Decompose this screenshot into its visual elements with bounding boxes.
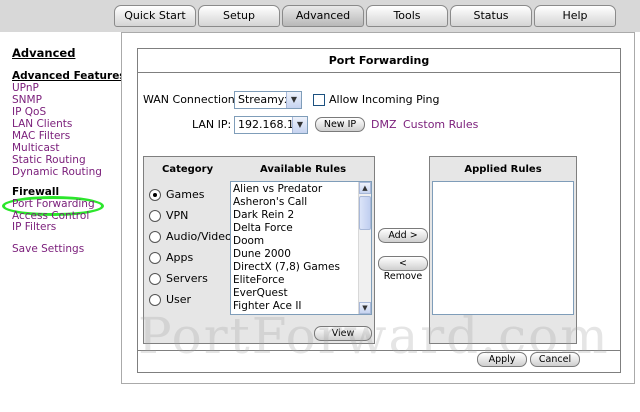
category-radio-user[interactable] bbox=[149, 294, 161, 306]
sidebar-title: Advanced bbox=[12, 46, 76, 60]
lan-ip-label: LAN IP: bbox=[192, 118, 232, 131]
scroll-down-icon[interactable]: ▼ bbox=[359, 302, 371, 314]
top-navigation: Quick Start Setup Advanced Tools Status … bbox=[0, 0, 640, 32]
apply-button[interactable]: Apply bbox=[477, 352, 527, 367]
divider bbox=[138, 350, 620, 351]
applied-rules-list[interactable] bbox=[432, 181, 574, 315]
category-label-apps: Apps bbox=[166, 251, 194, 264]
chevron-down-icon: ▼ bbox=[292, 117, 307, 133]
chevron-down-icon: ▼ bbox=[286, 92, 301, 108]
wan-connection-value: Streamyx bbox=[238, 93, 291, 106]
category-radio-audio-video[interactable] bbox=[149, 231, 161, 243]
sidebar-item-snmp[interactable]: SNMP bbox=[12, 94, 42, 106]
tab-tools[interactable]: Tools bbox=[366, 5, 448, 27]
category-radio-apps[interactable] bbox=[149, 252, 161, 264]
custom-rules-link[interactable]: Custom Rules bbox=[403, 118, 478, 132]
page-title: Port Forwarding bbox=[138, 49, 620, 73]
available-rules-scrollbar[interactable]: ▲ ▼ bbox=[358, 182, 371, 314]
list-item[interactable]: EliteForce bbox=[233, 274, 284, 287]
category-label-servers: Servers bbox=[166, 272, 208, 285]
scroll-thumb[interactable] bbox=[359, 196, 371, 230]
list-item[interactable]: EverQuest bbox=[233, 287, 288, 300]
list-item[interactable]: Dark Rein 2 bbox=[233, 209, 294, 222]
sidebar-item-lan-clients[interactable]: LAN Clients bbox=[12, 118, 72, 130]
category-label-audio-video: Audio/Video bbox=[166, 230, 232, 243]
list-item[interactable]: Delta Force bbox=[233, 222, 293, 235]
category-label-vpn: VPN bbox=[166, 209, 189, 222]
list-item[interactable]: Alien vs Predator bbox=[233, 183, 322, 196]
tab-advanced[interactable]: Advanced bbox=[282, 5, 364, 27]
wan-connection-select[interactable]: Streamyx ▼ bbox=[234, 91, 302, 109]
dmz-link[interactable]: DMZ bbox=[371, 118, 397, 132]
allow-incoming-ping-checkbox[interactable] bbox=[313, 94, 325, 106]
tab-setup[interactable]: Setup bbox=[198, 5, 280, 27]
sidebar-item-mac-filters[interactable]: MAC Filters bbox=[12, 130, 70, 142]
port-forwarding-panel: Port Forwarding WAN Connection: Streamyx… bbox=[137, 48, 621, 373]
category-label-user: User bbox=[166, 293, 192, 306]
tab-quick-start[interactable]: Quick Start bbox=[114, 5, 196, 27]
list-item[interactable]: Asheron's Call bbox=[233, 196, 307, 209]
available-rules-header: Available Rules bbox=[260, 164, 347, 175]
new-ip-button[interactable]: New IP bbox=[315, 117, 365, 132]
remove-button[interactable]: < Remove bbox=[378, 256, 428, 282]
available-rules-panel: Category Available Rules Games VPN Audio… bbox=[143, 156, 375, 344]
category-radio-vpn[interactable] bbox=[149, 210, 161, 222]
list-item[interactable]: DirectX (7,8) Games bbox=[233, 261, 340, 274]
view-button[interactable]: View bbox=[314, 326, 372, 341]
sidebar-section-advanced-features: Advanced Features bbox=[12, 70, 126, 82]
cancel-button[interactable]: Cancel bbox=[530, 352, 580, 367]
add-button[interactable]: Add > bbox=[378, 228, 428, 243]
sidebar-item-ip-qos[interactable]: IP QoS bbox=[12, 106, 46, 118]
wan-connection-label: WAN Connection: bbox=[143, 93, 239, 106]
sidebar-item-ip-filters[interactable]: IP Filters bbox=[12, 221, 56, 233]
applied-rules-panel: Applied Rules bbox=[429, 156, 577, 344]
tab-status[interactable]: Status bbox=[450, 5, 532, 27]
sidebar-item-multicast[interactable]: Multicast bbox=[12, 142, 59, 154]
category-radio-servers[interactable] bbox=[149, 273, 161, 285]
scroll-up-icon[interactable]: ▲ bbox=[359, 182, 371, 194]
sidebar: Advanced Advanced Features UPnP SNMP IP … bbox=[0, 32, 126, 412]
list-item[interactable]: Fighter Ace II bbox=[233, 300, 302, 313]
list-item[interactable]: Doom bbox=[233, 235, 264, 248]
sidebar-item-save-settings[interactable]: Save Settings bbox=[12, 243, 84, 255]
sidebar-item-port-forwarding[interactable]: Port Forwarding bbox=[12, 198, 95, 210]
sidebar-item-static-routing[interactable]: Static Routing bbox=[12, 154, 86, 166]
category-header: Category bbox=[162, 164, 214, 175]
allow-incoming-ping-label: Allow Incoming Ping bbox=[329, 93, 440, 106]
sidebar-item-dynamic-routing[interactable]: Dynamic Routing bbox=[12, 166, 102, 178]
category-radio-games[interactable] bbox=[149, 189, 161, 201]
tab-help[interactable]: Help bbox=[534, 5, 616, 27]
available-rules-list[interactable]: Alien vs Predator Asheron's Call Dark Re… bbox=[230, 181, 372, 315]
list-item[interactable]: Dune 2000 bbox=[233, 248, 291, 261]
category-label-games: Games bbox=[166, 188, 205, 201]
applied-rules-header: Applied Rules bbox=[464, 164, 542, 175]
sidebar-item-upnp[interactable]: UPnP bbox=[12, 82, 39, 94]
lan-ip-select[interactable]: 192.168.1.2 ▼ bbox=[234, 116, 308, 134]
